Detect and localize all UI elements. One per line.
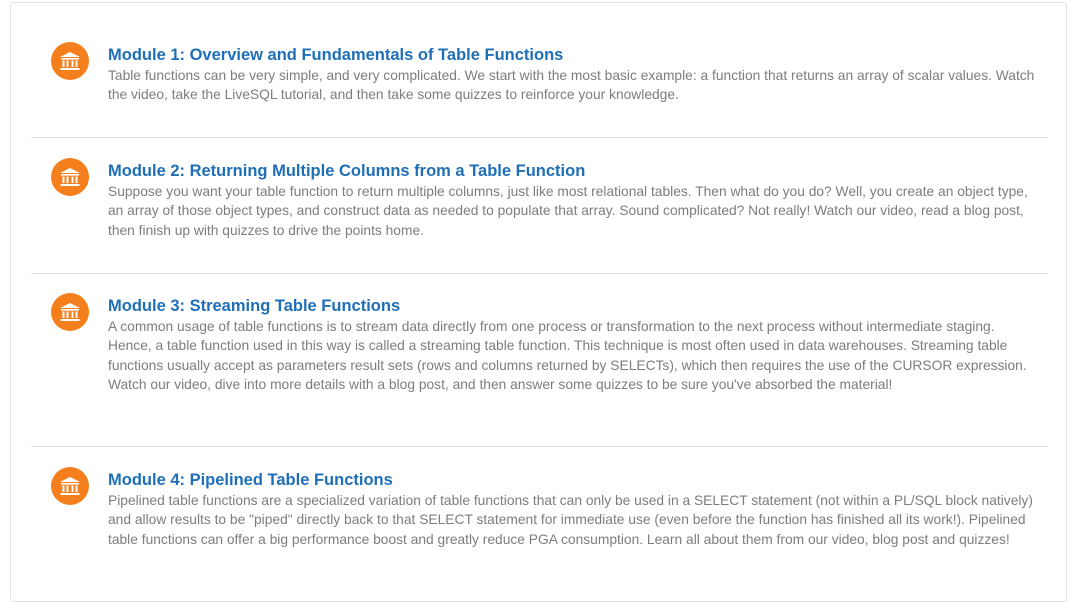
module-item: Module 1: Overview and Fundamentals of T…	[31, 3, 1048, 138]
module-item: Module 3: Streaming Table Functions A co…	[31, 274, 1048, 447]
module-title-link[interactable]: Module 1: Overview and Fundamentals of T…	[108, 44, 563, 66]
institution-icon	[51, 293, 89, 331]
institution-icon	[51, 467, 89, 505]
module-description: Pipelined table functions are a speciali…	[108, 493, 1033, 547]
module-panel: Module 1: Overview and Fundamentals of T…	[10, 2, 1067, 602]
module-title-link[interactable]: Module 3: Streaming Table Functions	[108, 295, 400, 317]
module-description: A common usage of table functions is to …	[108, 319, 1027, 393]
module-description: Suppose you want your table function to …	[108, 184, 1028, 238]
institution-icon	[51, 42, 89, 80]
module-item: Module 2: Returning Multiple Columns fro…	[31, 138, 1048, 274]
module-title-link[interactable]: Module 4: Pipelined Table Functions	[108, 469, 393, 491]
module-title-link[interactable]: Module 2: Returning Multiple Columns fro…	[108, 160, 585, 182]
module-description: Table functions can be very simple, and …	[108, 68, 1035, 103]
module-list: Module 1: Overview and Fundamentals of T…	[31, 3, 1048, 597]
module-item: Module 4: Pipelined Table Functions Pipe…	[31, 447, 1048, 597]
institution-icon	[51, 158, 89, 196]
